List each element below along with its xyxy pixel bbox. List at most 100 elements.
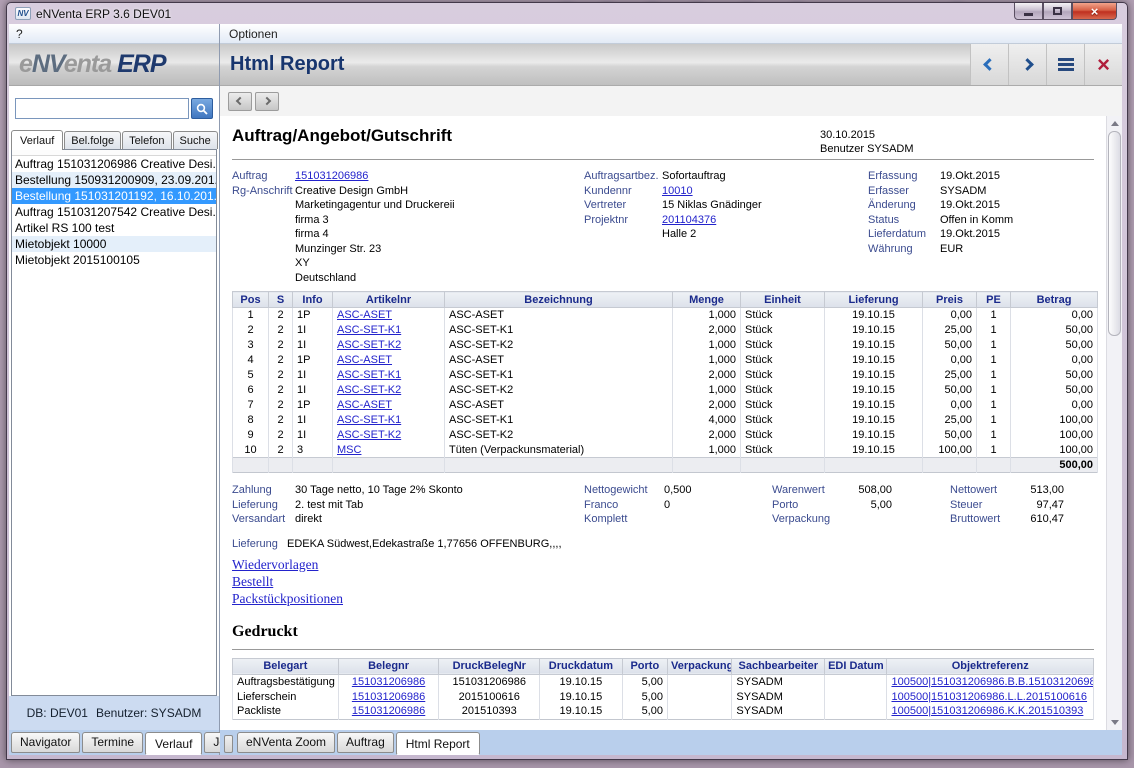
close-button[interactable]: × — [1072, 3, 1117, 20]
tab-telefon[interactable]: Telefon — [122, 131, 171, 149]
projektnr-link[interactable]: 201104376 — [662, 213, 716, 228]
cell-einheit: Stück — [741, 308, 825, 323]
cell-s: 2 — [269, 383, 293, 398]
close-report-button[interactable]: × — [1084, 44, 1122, 85]
list-item[interactable]: Bestellung 151031201192, 16.10.201... — [12, 188, 216, 204]
cell-pe: 1 — [977, 368, 1011, 383]
list-item[interactable]: Bestellung 150931200909, 23.09.201... — [12, 172, 216, 188]
total-cell — [923, 458, 977, 473]
artikelnr-link[interactable]: ASC-SET-K1 — [337, 324, 401, 336]
cell-betrag: 100,00 — [1011, 413, 1098, 428]
optionen-menu[interactable]: Optionen — [229, 27, 278, 41]
cell-pe: 1 — [977, 428, 1011, 443]
order-info-group: Auftragsartbez.Sofortauftrag Kundennr100… — [584, 169, 762, 242]
artikelnr-link[interactable]: ASC-SET-K2 — [337, 429, 401, 441]
tab-html-report[interactable]: Html Report — [396, 732, 480, 755]
tab-envanta-zoom[interactable]: eNVenta Zoom — [237, 732, 335, 753]
artikelnr-link[interactable]: MSC — [337, 444, 361, 456]
cell-einheit: Stück — [741, 323, 825, 338]
window-title: eNVenta ERP 3.6 DEV01 — [36, 7, 171, 21]
kundennr-link[interactable]: 10010 — [662, 184, 693, 199]
cell-menge: 2,000 — [673, 323, 741, 338]
scroll-up-button[interactable] — [1107, 116, 1122, 131]
tab-verlauf[interactable]: Verlauf — [11, 130, 63, 150]
cell-einheit: Stück — [741, 368, 825, 383]
artikelnr-link[interactable]: ASC-SET-K1 — [337, 369, 401, 381]
cell-lieferung: 19.10.15 — [825, 398, 923, 413]
artikelnr-link[interactable]: ASC-SET-K1 — [337, 414, 401, 426]
history-forward-button[interactable] — [1008, 44, 1046, 85]
artikelnr-link[interactable]: ASC-ASET — [337, 354, 392, 366]
packstueckpositionen-link[interactable]: Packstückpositionen — [232, 590, 343, 607]
table-row: 121PASC-ASETASC-ASET1,000Stück19.10.150,… — [233, 308, 1098, 323]
tab-verlauf-bottom[interactable]: Verlauf — [145, 732, 202, 755]
objektreferenz-link[interactable]: 100500|151031206986.B.B.151031206986 — [891, 676, 1093, 688]
report-scrollbar[interactable] — [1106, 116, 1122, 730]
logo-band: eNVentaERP — [9, 44, 219, 86]
artikelnr-link[interactable]: ASC-ASET — [337, 399, 392, 411]
cell-artikelnr: ASC-SET-K2 — [333, 383, 445, 398]
window-titlebar[interactable]: NV eNVenta ERP 3.6 DEV01 × — [7, 3, 1127, 24]
scrollbar-thumb[interactable] — [1108, 131, 1121, 336]
belegnr-link[interactable]: 151031206986 — [352, 705, 425, 717]
total-cell — [825, 458, 923, 473]
tab-navigator[interactable]: Navigator — [11, 732, 80, 753]
page-forward-button[interactable] — [255, 92, 279, 111]
cell-info: 1I — [293, 428, 333, 443]
status-db: DB: DEV01 — [27, 706, 88, 720]
table-row: 621IASC-SET-K2ASC-SET-K21,000Stück19.10.… — [233, 383, 1098, 398]
cell-porto: 5,00 — [622, 674, 667, 689]
cell-sachbearbeiter: SYSADM — [732, 674, 825, 689]
list-item[interactable]: Auftrag 151031207542 Creative Desi... — [12, 204, 216, 220]
objektreferenz-link[interactable]: 100500|151031206986.L.L.2015100616 — [891, 691, 1087, 703]
report-panel: Optionen Html Report × Auftrag/Angebot/G… — [220, 24, 1122, 755]
cell-pe: 1 — [977, 338, 1011, 353]
cell-pe: 1 — [977, 323, 1011, 338]
cell-artikelnr: ASC-ASET — [333, 353, 445, 368]
cell-pos: 5 — [233, 368, 269, 383]
maximize-button[interactable] — [1043, 3, 1072, 20]
minimize-button[interactable] — [1014, 3, 1043, 20]
artikelnr-link[interactable]: ASC-SET-K2 — [337, 339, 401, 351]
cell-info: 1P — [293, 308, 333, 323]
report-date-block: 30.10.2015 Benutzer SYSADM — [820, 128, 914, 156]
search-input[interactable] — [15, 98, 189, 119]
tab-termine[interactable]: Termine — [82, 732, 143, 753]
list-item[interactable]: Mietobjekt 2015100105 — [12, 252, 216, 268]
column-header: S — [269, 292, 293, 308]
history-back-button[interactable] — [970, 44, 1008, 85]
cell-info: 1P — [293, 353, 333, 368]
cell-porto: 5,00 — [622, 689, 667, 704]
cell-lieferung: 19.10.15 — [825, 428, 923, 443]
list-item[interactable]: Auftrag 151031206986 Creative Desi... — [12, 156, 216, 172]
cell-sachbearbeiter: SYSADM — [732, 689, 825, 704]
search-button[interactable] — [191, 98, 213, 119]
help-menu[interactable]: ? — [16, 27, 23, 41]
menu-button[interactable] — [1046, 44, 1084, 85]
artikelnr-link[interactable]: ASC-ASET — [337, 309, 392, 321]
artikelnr-link[interactable]: ASC-SET-K2 — [337, 384, 401, 396]
cell-preis: 25,00 — [923, 413, 977, 428]
page-back-button[interactable] — [228, 92, 252, 111]
table-row: Packliste15103120698620151039319.10.155,… — [233, 704, 1094, 719]
cell-bezeichnung: ASC-ASET — [445, 353, 673, 368]
belegnr-link[interactable]: 151031206986 — [352, 676, 425, 688]
wiedervorlagen-link[interactable]: Wiedervorlagen — [232, 556, 318, 573]
hamburger-icon — [1058, 58, 1074, 71]
total-row: 500,00 — [233, 458, 1098, 473]
list-item[interactable]: Artikel RS 100 test — [12, 220, 216, 236]
list-item[interactable]: Mietobjekt 10000 — [12, 236, 216, 252]
tab-belfolge[interactable]: Bel.folge — [64, 131, 121, 149]
tab-scroll-stub[interactable] — [224, 735, 233, 753]
belegnr-link[interactable]: 151031206986 — [352, 691, 425, 703]
column-header: Preis — [923, 292, 977, 308]
auftrag-link[interactable]: 151031206986 — [295, 169, 368, 184]
cell-objektreferenz: 100500|151031206986.K.K.201510393 — [887, 704, 1094, 719]
table-row: 721PASC-ASETASC-ASET2,000Stück19.10.150,… — [233, 398, 1098, 413]
tab-suche[interactable]: Suche — [173, 131, 218, 149]
cell-betrag: 100,00 — [1011, 428, 1098, 443]
tab-auftrag[interactable]: Auftrag — [337, 732, 394, 753]
left-menubar: ? — [9, 24, 219, 44]
bestellt-link[interactable]: Bestellt — [232, 573, 273, 590]
objektreferenz-link[interactable]: 100500|151031206986.K.K.201510393 — [891, 705, 1083, 717]
